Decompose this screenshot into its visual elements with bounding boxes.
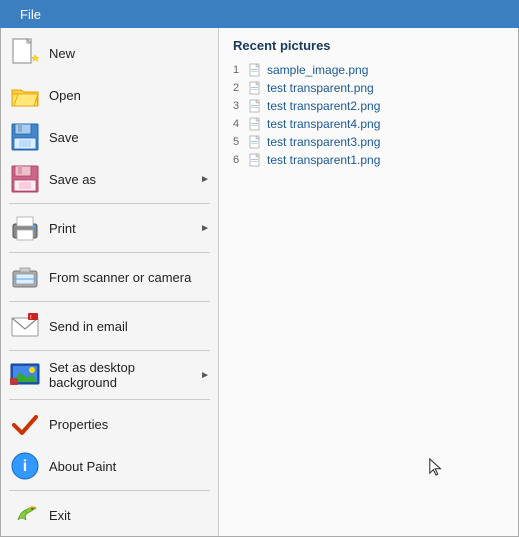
save-label: Save [49, 130, 210, 145]
print-arrow: ► [200, 223, 210, 234]
save-icon [9, 121, 41, 153]
file-icon [249, 117, 263, 131]
divider-6 [9, 490, 210, 491]
recent-file-item[interactable]: 3 test transparent2.png [233, 99, 504, 113]
menu-item-exit[interactable]: Exit [1, 494, 218, 536]
file-menu-tab[interactable]: File [8, 3, 53, 26]
scanner-icon [9, 261, 41, 293]
file-number: 2 [233, 82, 245, 94]
svg-text:i: i [23, 458, 27, 475]
divider-2 [9, 252, 210, 253]
about-label: About Paint [49, 459, 210, 474]
divider-1 [9, 203, 210, 204]
recent-pictures-title: Recent pictures [233, 38, 504, 53]
menu-item-new[interactable]: New [1, 32, 218, 74]
file-name: test transparent2.png [267, 99, 380, 113]
file-icon [249, 153, 263, 167]
file-name: test transparent4.png [267, 117, 380, 131]
menu-item-properties[interactable]: Properties [1, 403, 218, 445]
exit-icon [9, 499, 41, 531]
menu-item-save-as[interactable]: Save as ► [1, 158, 218, 200]
desktop-bg-label: Set as desktop background [49, 360, 200, 390]
desktop-bg-icon [9, 359, 41, 391]
menu-item-print[interactable]: Print ► [1, 207, 218, 249]
file-number: 3 [233, 100, 245, 112]
file-number: 1 [233, 64, 245, 76]
left-menu-panel: New Open [1, 28, 219, 536]
new-icon [9, 37, 41, 69]
menu-item-open[interactable]: Open [1, 74, 218, 116]
file-name: test transparent1.png [267, 153, 380, 167]
new-label: New [49, 46, 210, 61]
recent-file-item[interactable]: 1 sample_image.png [233, 63, 504, 77]
file-menu-dropdown: New Open [0, 28, 519, 537]
file-icon [249, 135, 263, 149]
recent-file-item[interactable]: 5 test transparent3.png [233, 135, 504, 149]
recent-file-item[interactable]: 4 test transparent4.png [233, 117, 504, 131]
divider-5 [9, 399, 210, 400]
print-icon [9, 212, 41, 244]
save-as-label: Save as [49, 172, 200, 187]
email-icon: ! [9, 310, 41, 342]
file-number: 4 [233, 118, 245, 130]
open-icon [9, 79, 41, 111]
desktop-bg-arrow: ► [200, 370, 210, 381]
save-as-icon [9, 163, 41, 195]
file-icon [249, 99, 263, 113]
recent-file-item[interactable]: 2 test transparent.png [233, 81, 504, 95]
file-icon [249, 81, 263, 95]
file-name: sample_image.png [267, 63, 368, 77]
file-number: 5 [233, 136, 245, 148]
menu-item-about[interactable]: i About Paint [1, 445, 218, 487]
menu-item-email[interactable]: ! Send in email [1, 305, 218, 347]
properties-icon [9, 408, 41, 440]
scanner-label: From scanner or camera [49, 270, 210, 285]
right-panel: Recent pictures 1 sample_image.png 2 test t… [219, 28, 518, 536]
menu-item-desktop-bg[interactable]: Set as desktop background ► [1, 354, 218, 396]
file-name: test transparent3.png [267, 135, 380, 149]
exit-label: Exit [49, 508, 210, 523]
divider-4 [9, 350, 210, 351]
about-icon: i [9, 450, 41, 482]
save-as-arrow: ► [200, 174, 210, 185]
menu-bar: File [0, 0, 519, 28]
recent-files-list: 1 sample_image.png 2 test transparent.png 3 t… [233, 63, 504, 167]
file-name: test transparent.png [267, 81, 374, 95]
open-label: Open [49, 88, 210, 103]
email-label: Send in email [49, 319, 210, 334]
recent-file-item[interactable]: 6 test transparent1.png [233, 153, 504, 167]
menu-item-save[interactable]: Save [1, 116, 218, 158]
print-label: Print [49, 221, 200, 236]
file-icon [249, 63, 263, 77]
divider-3 [9, 301, 210, 302]
file-number: 6 [233, 154, 245, 166]
cursor-indicator [428, 457, 444, 477]
menu-item-scanner[interactable]: From scanner or camera [1, 256, 218, 298]
properties-label: Properties [49, 417, 210, 432]
